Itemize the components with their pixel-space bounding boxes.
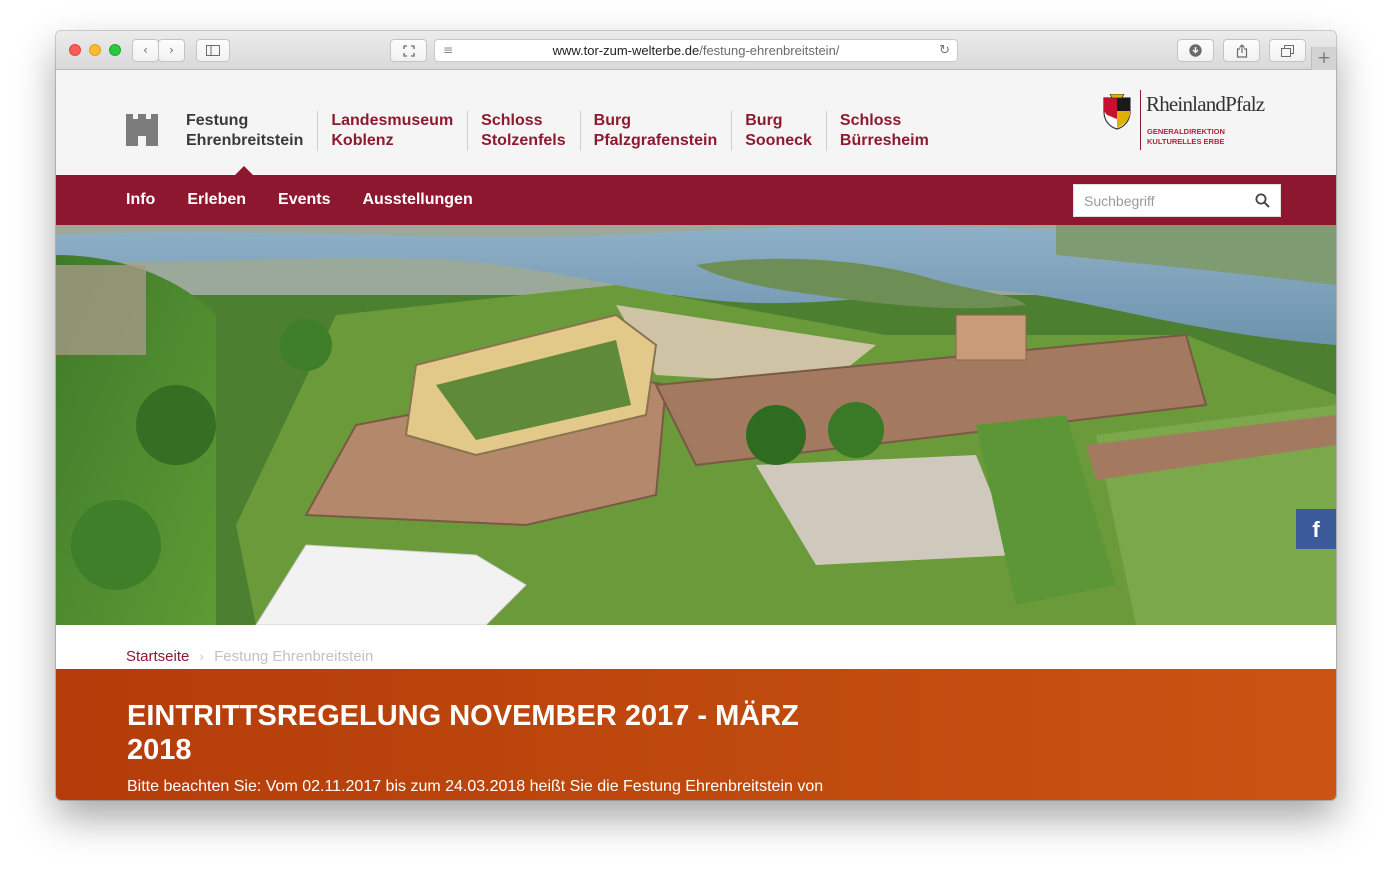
plus-icon: + (1316, 48, 1332, 68)
logo-name: RheinlandPfalz (1146, 92, 1265, 116)
search-icon[interactable] (1255, 193, 1270, 208)
site-burg-pfalzgrafenstein[interactable]: Burg Pfalzgrafenstein (579, 111, 732, 151)
site-festung-ehrenbreitstein[interactable]: Festung Ehrenbreitstein (186, 111, 317, 151)
browser-window: ‹ › ≡ www.tor-zum-welterbe.de/festung-eh… (56, 31, 1336, 800)
rheinland-pfalz-logo[interactable]: RheinlandPfalz GENERALDIREKTION KULTUREL… (1102, 90, 1265, 152)
browser-toolbar: ‹ › ≡ www.tor-zum-welterbe.de/festung-eh… (56, 31, 1336, 70)
sites-nav: Festung Ehrenbreitstein Landesmuseum Kob… (186, 111, 943, 151)
breadcrumb-separator-icon: › (199, 649, 204, 664)
tabs-overview-button[interactable] (1269, 39, 1306, 62)
site-label-line2: Sooneck (745, 132, 812, 149)
logo-subtitle-line2: KULTURELLES ERBE (1147, 137, 1225, 146)
breadcrumb: Startseite › Festung Ehrenbreitstein (126, 648, 373, 665)
site-burg-sooneck[interactable]: Burg Sooneck (731, 111, 826, 151)
notice-text: Bitte beachten Sie: Vom 02.11.2017 bis z… (127, 778, 824, 795)
site-label-line1: Burg (593, 112, 631, 129)
logo-divider (1140, 90, 1141, 150)
reload-icon[interactable]: ↻ (939, 40, 950, 61)
facebook-icon: f (1312, 517, 1320, 542)
coat-of-arms-icon (1103, 94, 1131, 130)
close-window-button[interactable] (69, 44, 81, 56)
tabs-icon (1281, 45, 1294, 57)
chevron-right-icon: › (169, 43, 174, 57)
site-header: Festung Ehrenbreitstein Landesmuseum Kob… (56, 70, 1336, 175)
notice-banner: EINTRITTSREGELUNG NOVEMBER 2017 - MÄRZ 2… (56, 669, 1336, 800)
url-path: /festung-ehrenbreitstein/ (699, 43, 840, 58)
address-bar[interactable]: ≡ www.tor-zum-welterbe.de/festung-ehrenb… (434, 39, 958, 62)
download-icon (1189, 44, 1202, 57)
site-schloss-buerresheim[interactable]: Schloss Bürresheim (825, 111, 943, 151)
sidebar-button[interactable] (196, 39, 230, 62)
site-label-line1: Burg (745, 112, 783, 129)
site-label-line2: Bürresheim (839, 132, 929, 149)
hero-image: f (56, 225, 1336, 625)
breadcrumb-home-link[interactable]: Startseite (126, 648, 189, 665)
site-label-line2: Koblenz (331, 132, 394, 149)
back-button[interactable]: ‹ (132, 39, 159, 62)
new-tab-button[interactable]: + (1311, 47, 1336, 70)
expand-icon (402, 45, 415, 57)
main-menu: Info Erleben Events Ausstellungen (126, 175, 505, 225)
breadcrumb-current: Festung Ehrenbreitstein (214, 648, 374, 665)
share-icon (1236, 44, 1247, 58)
site-label-line2: Stolzenfels (481, 132, 566, 149)
share-button[interactable] (1223, 39, 1260, 62)
main-nav: Info Erleben Events Ausstellungen (56, 175, 1336, 225)
logo-subtitle-line1: GENERALDIREKTION (1147, 127, 1225, 136)
nav-events[interactable]: Events (278, 191, 330, 209)
nav-ausstellungen[interactable]: Ausstellungen (362, 191, 472, 209)
site-label-line1: Schloss (839, 112, 902, 129)
site-landesmuseum-koblenz[interactable]: Landesmuseum Koblenz (317, 111, 467, 151)
sidebar-icon (206, 45, 220, 56)
site-label-line1: Schloss (481, 112, 543, 129)
notice-title: EINTRITTSREGELUNG NOVEMBER 2017 - MÄRZ 2… (127, 700, 799, 766)
search-box (1073, 184, 1281, 217)
site-label-line2: Pfalzgrafenstein (593, 132, 718, 149)
active-site-indicator (235, 166, 253, 175)
nav-erleben[interactable]: Erleben (187, 191, 246, 209)
logo-subtitle: GENERALDIREKTION KULTURELLES ERBE (1147, 127, 1225, 147)
site-label-line1: Landesmuseum (331, 112, 454, 129)
zoom-window-button[interactable] (109, 44, 121, 56)
fortress-aerial-image (56, 225, 1336, 625)
site-label-line1: Festung (186, 112, 249, 129)
site-label-line2: Ehrenbreitstein (186, 132, 304, 149)
forward-button[interactable]: › (158, 39, 185, 62)
chevron-left-icon: ‹ (143, 43, 148, 57)
fullscreen-button[interactable] (390, 39, 427, 62)
facebook-share-button[interactable]: f (1296, 509, 1336, 549)
castle-icon[interactable] (126, 114, 158, 146)
url-host: www.tor-zum-welterbe.de (552, 43, 700, 58)
reader-icon[interactable]: ≡ (443, 40, 453, 61)
minimize-window-button[interactable] (89, 44, 101, 56)
nav-info[interactable]: Info (126, 191, 155, 209)
search-input[interactable] (1074, 185, 1246, 216)
site-schloss-stolzenfels[interactable]: Schloss Stolzenfels (467, 111, 579, 151)
downloads-button[interactable] (1177, 39, 1214, 62)
